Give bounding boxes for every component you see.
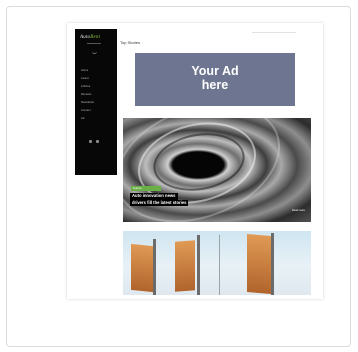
nav-item[interactable]: Latest bbox=[81, 75, 94, 83]
headline-line-2: drivers fill the latest stories bbox=[130, 199, 189, 206]
ad-placeholder[interactable]: Your Ad here bbox=[135, 53, 295, 106]
banner-pole bbox=[271, 233, 274, 295]
twitter-icon[interactable] bbox=[96, 140, 99, 143]
menu-icon[interactable] bbox=[92, 51, 97, 54]
sidebar-nav: Home Latest Articles Reviews Newsletter … bbox=[81, 67, 94, 123]
sidebar: AutoRent Home Latest Articles Reviews Ne… bbox=[75, 29, 117, 175]
facebook-icon[interactable] bbox=[89, 140, 92, 143]
page-title: Top Stories bbox=[120, 40, 141, 45]
nav-item[interactable]: Ad bbox=[81, 115, 94, 123]
site-logo[interactable]: AutoRent bbox=[80, 35, 100, 40]
banner-pole bbox=[153, 239, 156, 295]
crane-line bbox=[219, 235, 220, 295]
article-headline[interactable]: Auto innovation news drivers fill the la… bbox=[130, 193, 189, 206]
featured-article-image[interactable]: Feature Auto innovation news drivers fil… bbox=[123, 118, 311, 222]
preview-card: AutoRent Home Latest Articles Reviews Ne… bbox=[6, 6, 351, 347]
nav-item[interactable]: Newsletter bbox=[81, 99, 94, 107]
header-bar bbox=[252, 32, 296, 33]
nav-item[interactable]: Reviews bbox=[81, 91, 94, 99]
nav-item[interactable]: Home bbox=[81, 67, 94, 75]
ad-line-2: here bbox=[201, 78, 229, 92]
ad-line-1: Your Ad bbox=[191, 64, 239, 78]
banner-flag bbox=[175, 240, 195, 292]
social-links bbox=[89, 140, 99, 143]
read-more-link[interactable]: Read more bbox=[292, 209, 305, 212]
nav-item[interactable]: Contact bbox=[81, 107, 94, 115]
category-tag[interactable]: Feature bbox=[131, 186, 161, 191]
banner-flag bbox=[131, 243, 153, 293]
banner-flag bbox=[247, 233, 271, 295]
second-article-image[interactable] bbox=[123, 231, 311, 295]
website-thumbnail[interactable]: AutoRent Home Latest Articles Reviews Ne… bbox=[67, 23, 323, 299]
logo-divider bbox=[87, 43, 101, 44]
banner-pole bbox=[197, 235, 200, 295]
nav-item[interactable]: Articles bbox=[81, 83, 94, 91]
